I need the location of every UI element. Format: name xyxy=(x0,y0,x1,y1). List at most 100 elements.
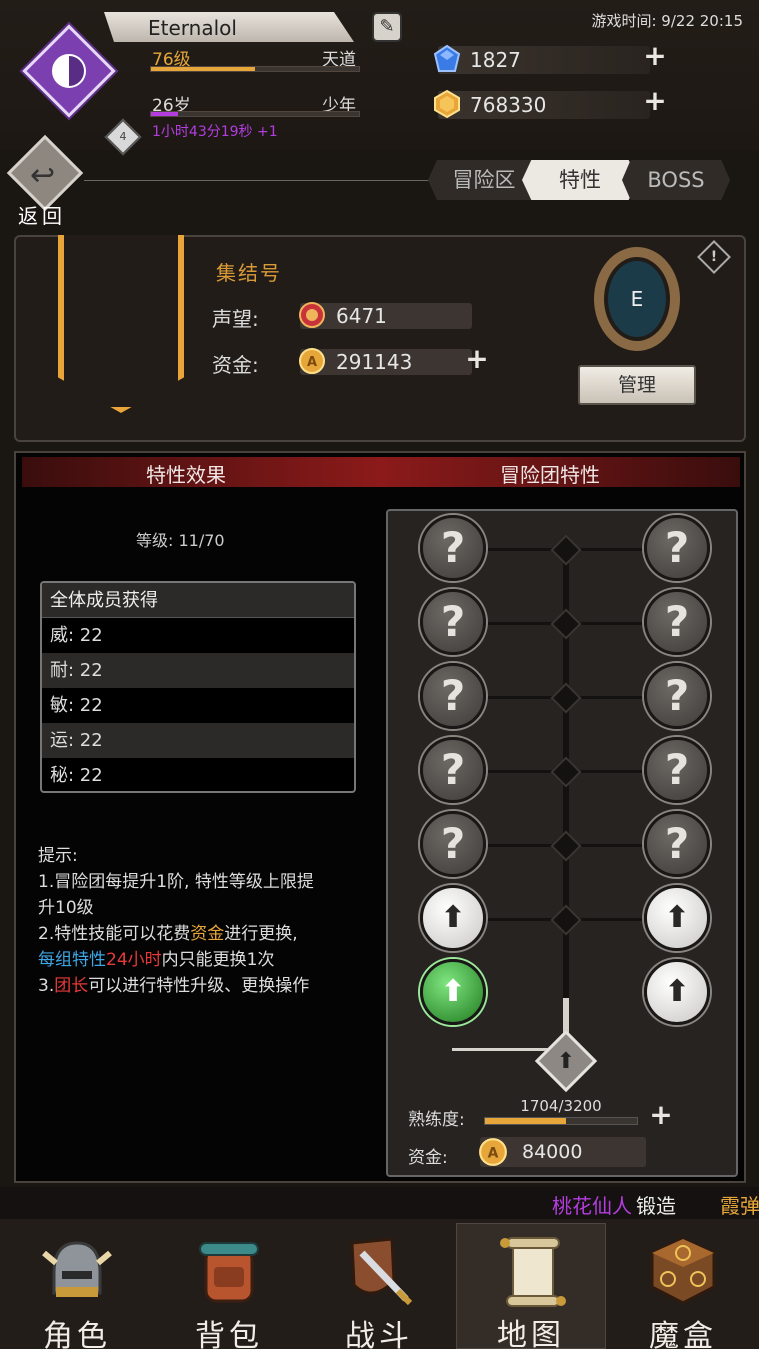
bottom-navigation: 角色 背包 战斗 地图 魔盒 xyxy=(0,1219,759,1349)
tree-junction xyxy=(550,534,582,566)
upgrade-trait-node[interactable]: ⬆ xyxy=(644,885,710,951)
age-progress-fill xyxy=(151,112,179,116)
trait-level: 等级: 11/70 xyxy=(136,531,225,550)
trait-skill-tree: ? ? ? ? ? ⬆ ⬆ ? ? ? ? ? ⬆ ⬆ ⬆ 熟练度: 1704/… xyxy=(386,509,738,1177)
stat-row-min: 敏: 22 xyxy=(50,695,103,716)
tab-divider-line xyxy=(84,180,432,181)
gold-coin-icon: A xyxy=(479,1138,507,1166)
nav-magic-box[interactable]: 魔盒 xyxy=(608,1223,758,1349)
tree-junction xyxy=(550,830,582,862)
blue-gem-icon xyxy=(433,44,461,72)
news-ticker: 桃花仙人 锻造 霞弹 xyxy=(0,1187,759,1219)
traits-panel: 特性效果 冒险团特性 等级: 11/70 全体成员获得 威: 22 耐: 22 … xyxy=(14,451,746,1183)
funds-value: 291143 xyxy=(336,350,413,374)
edit-name-button[interactable]: ✎ xyxy=(372,12,402,42)
proficiency-fill xyxy=(485,1118,566,1124)
stat-row-nai: 耐: 22 xyxy=(42,653,354,688)
magic-box-icon xyxy=(650,1237,716,1305)
proficiency-bar xyxy=(484,1117,638,1125)
locked-trait-node[interactable]: ? xyxy=(420,589,486,655)
info-icon[interactable]: ! xyxy=(697,240,731,274)
backpack-icon xyxy=(199,1242,259,1303)
locked-trait-node[interactable]: ? xyxy=(644,811,710,877)
nav-backpack-label: 背包 xyxy=(195,1319,263,1349)
sword-shield-icon xyxy=(350,1237,413,1306)
stat-row-mi: 秘: 22 xyxy=(50,765,103,786)
up-arrow-icon: ⬆ xyxy=(556,1049,576,1074)
cost-label: 资金: xyxy=(408,1148,448,1168)
add-gold-button[interactable]: + xyxy=(642,87,668,115)
locked-trait-node[interactable]: ? xyxy=(644,663,710,729)
locked-trait-node[interactable]: ? xyxy=(420,737,486,803)
scroll-map-icon xyxy=(500,1237,566,1307)
tab-boss[interactable]: BOSS xyxy=(622,160,730,200)
add-funds-button[interactable]: + xyxy=(464,345,490,373)
manage-button[interactable]: 管理 xyxy=(578,365,696,405)
tip-1: 1.冒险团每提升1阶, 特性等级上限提升10级 xyxy=(38,872,314,918)
player-name: Eternalol xyxy=(148,16,237,40)
stat-row-yun: 运: 22 xyxy=(42,723,354,758)
nav-battle[interactable]: 战斗 xyxy=(304,1223,454,1349)
top-header: 4 Eternalol ✎ 76级 天道 26岁 少年 1小时43分19秒 +1… xyxy=(0,0,759,156)
nav-character[interactable]: 角色 xyxy=(2,1223,152,1349)
age-timer: 1小时43分19秒 +1 xyxy=(152,124,278,140)
stat-bonus-list: 全体成员获得 威: 22 耐: 22 敏: 22 运: 22 秘: 22 xyxy=(40,581,356,793)
helmet-icon xyxy=(42,1241,112,1297)
locked-trait-node[interactable]: ? xyxy=(644,589,710,655)
guild-banner-inner xyxy=(69,237,173,397)
locked-trait-node[interactable]: ? xyxy=(420,663,486,729)
back-button[interactable]: ↩ 返回 xyxy=(6,134,84,230)
level-progress-fill xyxy=(151,67,255,71)
nav-magic-box-label: 魔盒 xyxy=(649,1319,717,1349)
ticker-action: 锻造 xyxy=(636,1194,676,1218)
tip-2: 2.特性技能可以花费资金进行更换, 每组特性24小时内只能更换1次 xyxy=(38,924,298,970)
stat-list-header: 全体成员获得 xyxy=(42,583,354,618)
locked-trait-node[interactable]: ? xyxy=(420,811,486,877)
svg-text:A: A xyxy=(307,355,317,370)
tips-title: 提示: xyxy=(38,846,78,866)
nav-character-label: 角色 xyxy=(43,1319,111,1349)
gold-gem-icon xyxy=(434,89,460,119)
team-traits-title: 冒险团特性 xyxy=(500,463,600,487)
tip-3: 3.团长可以进行特性升级、更换操作 xyxy=(38,976,310,996)
age-progress-bar xyxy=(150,111,360,117)
trait-effect-title: 特性效果 xyxy=(146,463,226,487)
yin-yang-icon xyxy=(52,54,86,88)
back-arrow-icon: ↩ xyxy=(30,158,56,193)
game-time: 游戏时间: 9/22 20:15 xyxy=(591,12,743,30)
reputation-medal-icon xyxy=(299,302,325,328)
guild-emblem[interactable]: E xyxy=(594,247,680,351)
ticker-item: 霞弹 xyxy=(720,1194,759,1218)
avatar-rank-badge: 4 xyxy=(104,118,142,156)
tree-junction xyxy=(550,608,582,640)
emblem-letter: E xyxy=(608,261,666,337)
proficiency-value: 1704/3200 xyxy=(520,1097,602,1115)
add-proficiency-button[interactable]: + xyxy=(648,1101,674,1129)
funds-label: 资金: xyxy=(212,353,259,377)
nav-map-label: 地图 xyxy=(497,1318,565,1349)
back-label: 返回 xyxy=(18,204,66,228)
tab-traits[interactable]: 特性 xyxy=(522,160,638,200)
stat-row-wei: 威: 22 xyxy=(50,625,103,646)
upgrade-trait-node[interactable]: ⬆ xyxy=(420,885,486,951)
traits-header: 特性效果 冒险团特性 xyxy=(22,457,740,487)
tree-junction xyxy=(550,904,582,936)
proficiency-label: 熟练度: xyxy=(408,1110,465,1130)
upgrade-trait-node[interactable]: ⬆ xyxy=(644,959,710,1025)
gem-counter: 1827 xyxy=(433,44,650,74)
gold-counter: 768330 xyxy=(434,89,650,119)
nav-backpack[interactable]: 背包 xyxy=(154,1223,304,1349)
locked-trait-node[interactable]: ? xyxy=(644,515,710,581)
player-avatar[interactable]: 4 xyxy=(22,24,142,156)
reputation-label: 声望: xyxy=(212,307,259,331)
svg-text:A: A xyxy=(488,1145,499,1161)
nav-battle-label: 战斗 xyxy=(345,1319,413,1349)
active-trait-node[interactable]: ⬆ xyxy=(420,959,486,1025)
guild-info-panel: 集结号 声望: 6471 资金: 291143 A + E 管理 ! xyxy=(14,235,746,442)
add-gems-button[interactable]: + xyxy=(642,42,668,70)
nav-map[interactable]: 地图 xyxy=(456,1223,606,1349)
tips-block: 提示: 1.冒险团每提升1阶, 特性等级上限提升10级 2.特性技能可以花费资金… xyxy=(38,843,318,999)
locked-trait-node[interactable]: ? xyxy=(644,737,710,803)
gold-coin-icon: A xyxy=(299,348,325,374)
locked-trait-node[interactable]: ? xyxy=(420,515,486,581)
